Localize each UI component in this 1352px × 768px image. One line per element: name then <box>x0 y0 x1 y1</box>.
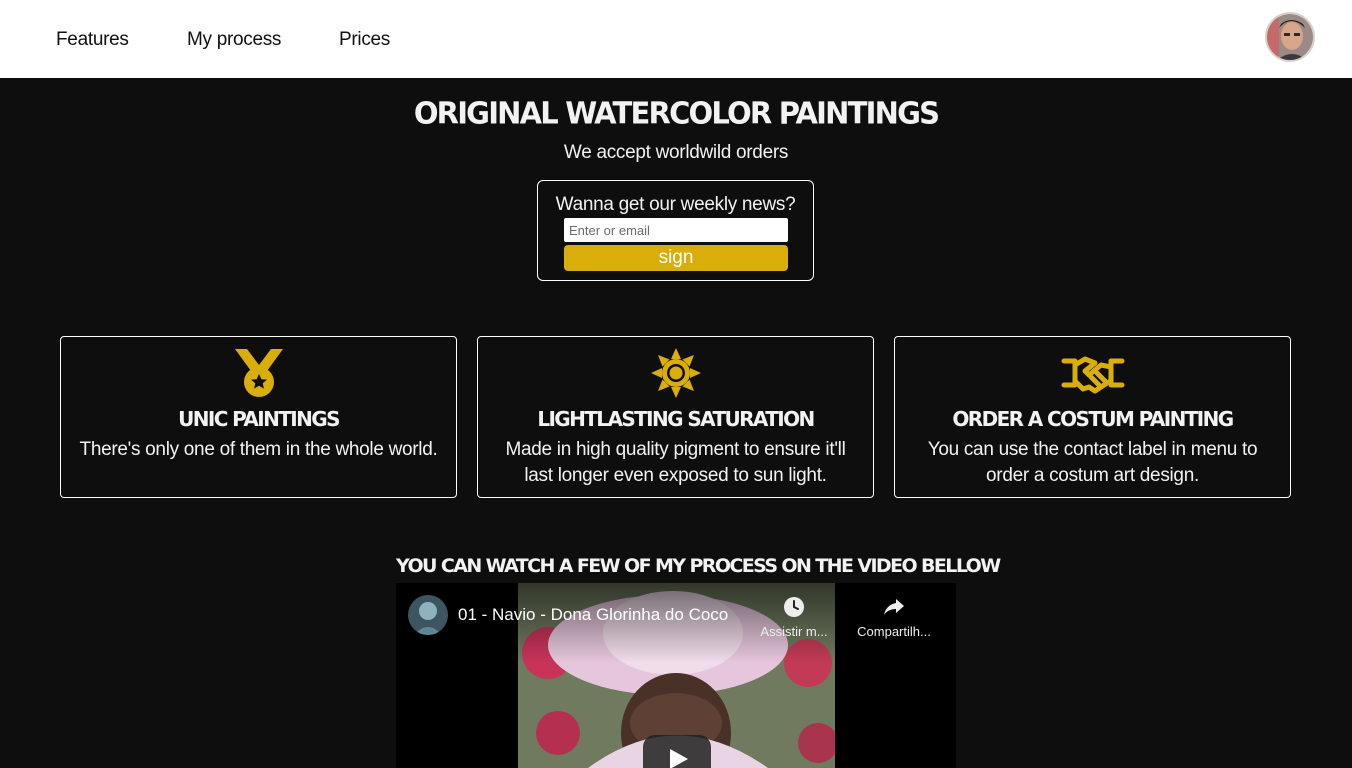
nav-item-features[interactable]: Features <box>56 29 129 51</box>
watch-later-label: Assistir m... <box>760 624 828 639</box>
watch-later-button[interactable]: Assistir m... <box>749 595 839 639</box>
feature-text: Made in high quality pigment to ensure i… <box>505 439 846 486</box>
video-title-link[interactable]: 01 - Navio - Dona Glorinha do Coco <box>458 605 728 625</box>
feature-text: You can use the contact label in menu to… <box>927 439 1258 486</box>
feature-text: There's only one of them in the whole wo… <box>79 439 438 460</box>
avatar[interactable] <box>1265 12 1315 62</box>
share-button[interactable]: Compartilh... <box>849 595 939 639</box>
nav-item-prices[interactable]: Prices <box>339 29 390 51</box>
sun-icon <box>478 347 873 399</box>
newsletter-label: Wanna get our weekly news? <box>555 194 796 215</box>
nav-item-my-process[interactable]: My process <box>187 29 281 51</box>
page-title: Original watercolor paintings <box>413 95 940 131</box>
play-icon <box>670 749 688 768</box>
page-subtitle: We accept worldwild orders <box>563 142 789 163</box>
feature-title: Lightlasting saturation <box>537 407 815 431</box>
feature-card-costum: Order a costum painting You can use the … <box>894 336 1291 498</box>
medal-icon <box>61 347 456 399</box>
video-player[interactable]: 01 - Navio - Dona Glorinha do Coco Assis… <box>396 583 956 768</box>
play-button[interactable] <box>643 735 711 768</box>
email-field[interactable] <box>564 218 788 242</box>
sign-button[interactable]: sign <box>564 245 788 271</box>
channel-avatar[interactable] <box>408 595 448 635</box>
clock-icon <box>784 597 804 617</box>
newsletter-form: Wanna get our weekly news? sign <box>537 180 814 281</box>
share-icon <box>884 599 904 615</box>
feature-title: Order a costum painting <box>952 407 1234 431</box>
feature-card-unic: Unic paintings There's only one of them … <box>60 336 457 498</box>
feature-title: Unic paintings <box>178 407 340 431</box>
share-label: Compartilh... <box>857 624 931 639</box>
video-section-title: You can watch a few of my process on the… <box>396 555 1001 577</box>
navbar: Features My process Prices <box>0 0 1352 78</box>
feature-card-lightlasting: Lightlasting saturation Made in high qua… <box>477 336 874 498</box>
handshake-icon <box>895 347 1290 399</box>
